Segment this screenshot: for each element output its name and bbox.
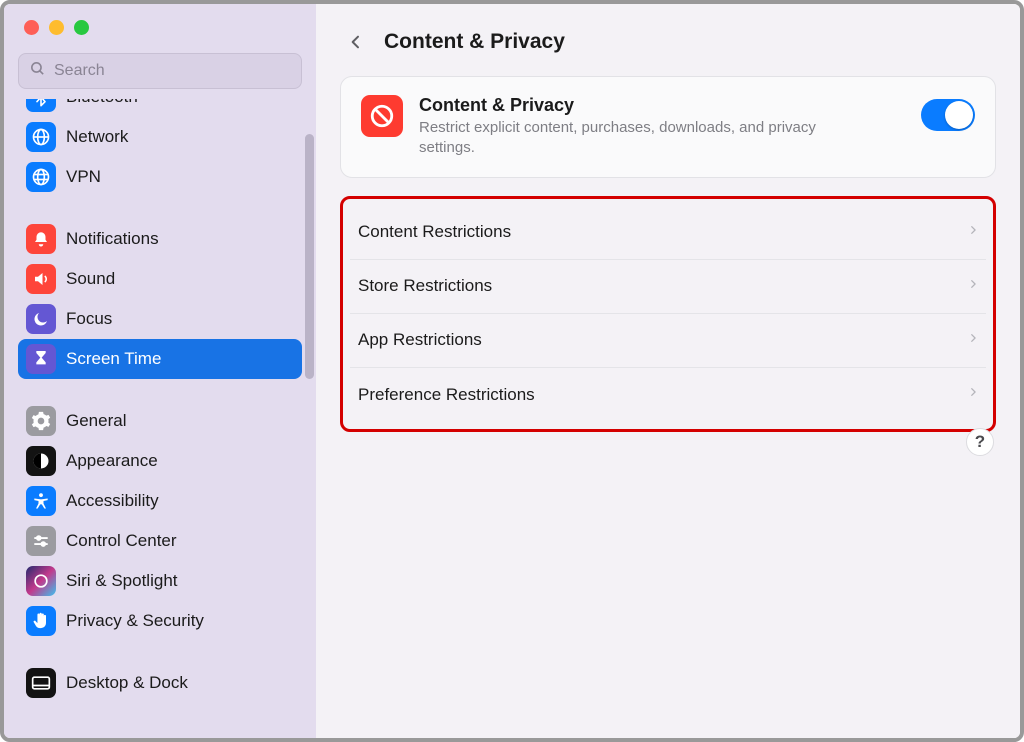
- search-input[interactable]: [54, 62, 291, 80]
- fullscreen-window-button[interactable]: [74, 20, 89, 35]
- search-container: [4, 35, 316, 99]
- dock-icon: [26, 668, 56, 698]
- sidebar-item-label: Focus: [66, 309, 112, 329]
- bluetooth-icon: [26, 99, 56, 112]
- gear-icon: [26, 406, 56, 436]
- sidebar-item-siri-spotlight[interactable]: Siri & Spotlight: [18, 561, 302, 601]
- feature-text: Content & Privacy Restrict explicit cont…: [419, 95, 921, 159]
- row-label: Preference Restrictions: [358, 385, 968, 405]
- sidebar-item-label: Desktop & Dock: [66, 673, 188, 693]
- restrictions-list: Content Restrictions Store Restrictions …: [350, 206, 986, 422]
- chevron-left-icon: [348, 31, 364, 53]
- feature-title: Content & Privacy: [419, 95, 921, 116]
- restrictions-highlight-box: Content Restrictions Store Restrictions …: [340, 196, 996, 432]
- pane-header: Content & Privacy: [340, 4, 996, 76]
- content-privacy-toggle[interactable]: [921, 99, 975, 131]
- sidebar-item-appearance[interactable]: Appearance: [18, 441, 302, 481]
- sidebar-item-control-center[interactable]: Control Center: [18, 521, 302, 561]
- chevron-right-icon: [968, 384, 978, 405]
- sidebar-item-label: Siri & Spotlight: [66, 571, 178, 591]
- chevron-right-icon: [968, 222, 978, 243]
- sliders-icon: [26, 526, 56, 556]
- sidebar-list: Bluetooth Network VPN: [4, 99, 316, 738]
- speaker-icon: [26, 264, 56, 294]
- appearance-icon: [26, 446, 56, 476]
- sidebar-item-label: Notifications: [66, 229, 159, 249]
- sidebar-divider: [18, 379, 302, 401]
- globe-icon: [26, 122, 56, 152]
- search-icon: [29, 60, 46, 82]
- row-label: Store Restrictions: [358, 276, 968, 296]
- sidebar-item-label: Screen Time: [66, 349, 161, 369]
- sidebar-item-focus[interactable]: Focus: [18, 299, 302, 339]
- row-preference-restrictions[interactable]: Preference Restrictions: [350, 368, 986, 422]
- sidebar-item-label: Network: [66, 127, 128, 147]
- sidebar-item-accessibility[interactable]: Accessibility: [18, 481, 302, 521]
- accessibility-icon: [26, 486, 56, 516]
- close-window-button[interactable]: [24, 20, 39, 35]
- sidebar-item-label: Accessibility: [66, 491, 159, 511]
- sidebar-item-vpn[interactable]: VPN: [18, 157, 302, 197]
- sidebar-item-notifications[interactable]: Notifications: [18, 219, 302, 259]
- help-button[interactable]: ?: [966, 428, 994, 456]
- sidebar-item-bluetooth[interactable]: Bluetooth: [18, 99, 302, 117]
- sidebar-divider: [18, 641, 302, 663]
- row-store-restrictions[interactable]: Store Restrictions: [350, 260, 986, 314]
- sidebar-item-general[interactable]: General: [18, 401, 302, 441]
- chevron-right-icon: [968, 276, 978, 297]
- hand-icon: [26, 606, 56, 636]
- question-mark-icon: ?: [975, 432, 985, 452]
- sidebar-divider: [18, 197, 302, 219]
- feature-description: Restrict explicit content, purchases, do…: [419, 118, 839, 159]
- row-label: App Restrictions: [358, 330, 968, 350]
- sidebar-item-label: General: [66, 411, 126, 431]
- sidebar-item-label: Privacy & Security: [66, 611, 204, 631]
- sidebar-item-label: Bluetooth: [66, 99, 138, 107]
- sidebar-item-screen-time[interactable]: Screen Time: [18, 339, 302, 379]
- row-app-restrictions[interactable]: App Restrictions: [350, 314, 986, 368]
- row-content-restrictions[interactable]: Content Restrictions: [350, 206, 986, 260]
- main-pane: Content & Privacy Content & Privacy Rest…: [316, 4, 1020, 738]
- toggle-knob: [945, 101, 973, 129]
- row-label: Content Restrictions: [358, 222, 968, 242]
- sidebar-item-label: Appearance: [66, 451, 158, 471]
- search-field[interactable]: [18, 53, 302, 89]
- vpn-icon: [26, 162, 56, 192]
- bell-icon: [26, 224, 56, 254]
- hourglass-icon: [26, 344, 56, 374]
- sidebar: Bluetooth Network VPN: [4, 4, 316, 738]
- no-entry-icon: [361, 95, 403, 137]
- sidebar-item-label: Sound: [66, 269, 115, 289]
- sidebar-item-label: Control Center: [66, 531, 177, 551]
- sidebar-item-sound[interactable]: Sound: [18, 259, 302, 299]
- sidebar-item-privacy-security[interactable]: Privacy & Security: [18, 601, 302, 641]
- sidebar-scrollbar[interactable]: [305, 134, 314, 379]
- chevron-right-icon: [968, 330, 978, 351]
- page-title: Content & Privacy: [384, 30, 565, 54]
- back-button[interactable]: [340, 26, 372, 58]
- window-controls: [4, 4, 316, 35]
- moon-icon: [26, 304, 56, 334]
- sidebar-item-network[interactable]: Network: [18, 117, 302, 157]
- content-privacy-summary-card: Content & Privacy Restrict explicit cont…: [340, 76, 996, 178]
- settings-window: Bluetooth Network VPN: [0, 0, 1024, 742]
- sidebar-item-label: VPN: [66, 167, 101, 187]
- minimize-window-button[interactable]: [49, 20, 64, 35]
- siri-icon: [26, 566, 56, 596]
- sidebar-item-desktop-dock[interactable]: Desktop & Dock: [18, 663, 302, 703]
